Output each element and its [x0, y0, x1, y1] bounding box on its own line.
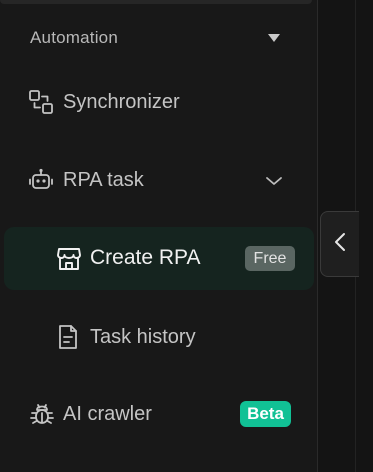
sidebar-item-ai-crawler[interactable]: AI crawler Beta	[28, 398, 292, 430]
sidebar-item-label: Task history	[90, 325, 196, 348]
section-title: Automation	[30, 28, 118, 47]
free-badge: Free	[245, 246, 295, 271]
beta-badge: Beta	[240, 401, 291, 427]
chevron-down-icon[interactable]	[264, 174, 284, 192]
sync-icon	[28, 89, 54, 115]
sidebar-item-task-history[interactable]: Task history	[56, 321, 196, 353]
top-divider	[0, 0, 312, 4]
sidebar-item-synchronizer[interactable]: Synchronizer	[28, 86, 180, 118]
sidebar-item-label: Synchronizer	[63, 90, 180, 113]
document-icon	[56, 324, 80, 350]
bug-icon	[28, 400, 56, 428]
sidebar-item-create-rpa[interactable]: Create RPA Free	[4, 227, 314, 290]
sidebar-item-rpa-task[interactable]: RPA task	[28, 164, 284, 196]
chevron-left-icon	[333, 231, 347, 258]
robot-icon	[28, 167, 54, 193]
store-icon	[56, 246, 82, 272]
sidebar-item-label: AI crawler	[63, 402, 152, 425]
section-header-automation[interactable]: Automation	[30, 26, 286, 50]
caret-down-icon[interactable]	[268, 34, 280, 42]
collapse-sidebar-button[interactable]	[320, 211, 359, 277]
sidebar: Automation Synchronizer RPA task Create …	[0, 0, 317, 472]
sidebar-item-label: Create RPA	[90, 246, 201, 269]
sidebar-item-label: RPA task	[63, 168, 144, 191]
